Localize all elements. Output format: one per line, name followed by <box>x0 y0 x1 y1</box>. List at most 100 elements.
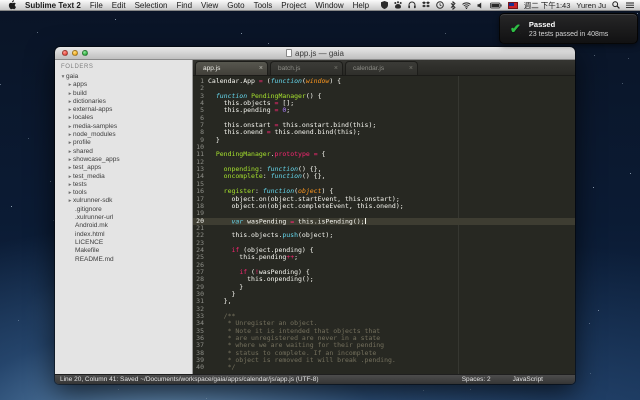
tree-item-Makefile[interactable]: Makefile <box>55 247 192 255</box>
document-icon <box>286 49 293 57</box>
tree-item-xulrunner-sdk[interactable]: ▸ xulrunner-sdk <box>55 197 192 205</box>
tab-app-js[interactable]: app.js × <box>195 61 268 75</box>
code-line-32[interactable]: 32 <box>193 305 575 313</box>
minimize-button[interactable] <box>72 50 78 56</box>
close-button[interactable] <box>62 50 68 56</box>
code-line-20[interactable]: 20 var wasPending = this.isPending(); <box>193 217 575 225</box>
code-line-22[interactable]: 22 this.objects.push(object); <box>193 231 575 240</box>
code-line-1[interactable]: 1 Calendar.App = (function(window) { <box>193 77 575 85</box>
tree-item-label: node_modules <box>73 131 116 139</box>
code-line-14[interactable]: 14 oncomplete: function() {}, <box>193 172 575 181</box>
notification-message: 23 tests passed in 408ms <box>528 30 609 38</box>
line-content: oncomplete: function() {}, <box>223 172 326 181</box>
apple-icon[interactable] <box>8 0 16 10</box>
spotlight-icon[interactable] <box>612 1 620 9</box>
tree-item-gitignore[interactable]: .gitignore <box>55 206 192 214</box>
window-title-area: app.js — gaia <box>55 49 575 58</box>
battery-icon[interactable] <box>489 2 502 9</box>
menu-item-find[interactable]: Find <box>176 1 192 10</box>
line-content: this.pending = 0; <box>208 106 291 115</box>
tree-item-dictionaries[interactable]: ▸ dictionaries <box>55 98 192 106</box>
line-content: * object is removed it will break .pendi… <box>208 356 396 365</box>
code-lines: 1 Calendar.App = (function(window) {2 3 fu… <box>193 76 575 372</box>
menu-item-help[interactable]: Help <box>353 1 369 10</box>
tree-item-node_modules[interactable]: ▸ node_modules <box>55 131 192 139</box>
tree-item-label: gaia <box>66 73 79 80</box>
menu-item-selection[interactable]: Selection <box>135 1 168 10</box>
line-content: this.pending++; <box>208 253 299 262</box>
tree-item-locales[interactable]: ▸ locales <box>55 114 192 122</box>
bluetooth-icon[interactable] <box>450 0 456 10</box>
tree-item-README.md[interactable]: README.md <box>55 256 192 264</box>
tab-close-icon[interactable]: × <box>256 65 263 72</box>
input-flag-icon[interactable] <box>507 1 518 9</box>
tree-item-external-apps[interactable]: ▸ external-apps <box>55 106 192 114</box>
tab-close-icon[interactable]: × <box>331 65 338 72</box>
tree-item-profile[interactable]: ▸ profile <box>55 139 192 147</box>
tree-item-test_apps[interactable]: ▸ test_apps <box>55 164 192 172</box>
tree-item-build[interactable]: ▸ build <box>55 90 192 98</box>
tree-item-test_media[interactable]: ▸ test_media <box>55 173 192 181</box>
menu-item-app[interactable]: Sublime Text 2 <box>25 1 81 10</box>
tree-item-label: index.html <box>75 230 105 238</box>
tree-item-label: tests <box>73 180 87 188</box>
tree-item-label: tools <box>73 189 87 197</box>
status-text: Line 20, Column 41: Saved ~/Documents/wo… <box>60 376 319 383</box>
code-editor[interactable]: 1 Calendar.App = (function(window) {2 3 fu… <box>193 76 575 374</box>
code-line-30[interactable]: 30 } <box>193 290 575 298</box>
syntax-indicator[interactable]: JavaScript <box>513 376 543 383</box>
tree-item-tests[interactable]: ▸ tests <box>55 181 192 189</box>
tree-item-apps[interactable]: ▸ apps <box>55 81 192 89</box>
spaces-indicator[interactable]: Spaces: 2 <box>462 376 491 383</box>
headphones-icon[interactable] <box>408 1 416 9</box>
code-line-31[interactable]: 31 }, <box>193 297 575 305</box>
code-line-39[interactable]: 39 * object is removed it will break .pe… <box>193 356 575 365</box>
code-line-9[interactable]: 9 } <box>193 136 575 144</box>
volume-icon[interactable] <box>477 2 484 9</box>
time-machine-icon[interactable] <box>435 1 444 9</box>
shield-icon[interactable] <box>380 1 388 9</box>
tree-item-label: Android.mk <box>75 222 108 230</box>
code-line-5[interactable]: 5 this.pending = 0; <box>193 106 575 115</box>
tab-batch-js[interactable]: batch.js × <box>270 61 343 75</box>
tab-close-icon[interactable]: × <box>406 65 413 72</box>
tree-item-label: external-apps <box>73 106 113 114</box>
code-line-11[interactable]: 11 PendingManager.prototype = { <box>193 151 575 159</box>
menu-item-goto[interactable]: Goto <box>227 1 244 10</box>
menu-item-view[interactable]: View <box>201 1 218 10</box>
code-line-18[interactable]: 18 object.on(object.completeEvent, this.… <box>193 201 575 210</box>
tree-item-index.html[interactable]: index.html <box>55 231 192 239</box>
tree-item-gaia[interactable]: ▾ gaia <box>55 73 192 81</box>
notification-toast[interactable]: ✔ Passed 23 tests passed in 408ms <box>499 13 638 44</box>
tree-item-LICENCE[interactable]: LICENCE <box>55 239 192 247</box>
notification-center-icon[interactable] <box>626 2 634 9</box>
tree-item-media-samples[interactable]: ▸ media-samples <box>55 123 192 131</box>
tree-item-tools[interactable]: ▸ tools <box>55 189 192 197</box>
menu-item-edit[interactable]: Edit <box>112 1 126 10</box>
status-bar: Line 20, Column 41: Saved ~/Documents/wo… <box>55 374 575 384</box>
title-bar[interactable]: app.js — gaia <box>55 47 575 60</box>
menu-item-file[interactable]: File <box>90 1 103 10</box>
tree-item-shared[interactable]: ▸ shared <box>55 148 192 156</box>
menubar-clock[interactable]: 週二 下午1:43 <box>524 0 571 11</box>
tree-item-xulrunner-url[interactable]: .xulrunner-url <box>55 214 192 222</box>
zoom-button[interactable] <box>82 50 88 56</box>
tab-calendar-js[interactable]: calendar.js × <box>345 61 418 75</box>
menubar-username[interactable]: Yuren Ju <box>576 1 606 10</box>
menu-items: File Edit Selection Find View Goto Tools Projec… <box>90 1 369 10</box>
code-line-8[interactable]: 8 this.onend = this.onend.bind(this); <box>193 129 575 137</box>
dropbox-icon[interactable] <box>421 1 430 9</box>
line-content: this.objects.push(object); <box>208 231 334 240</box>
tree-item-Android.mk[interactable]: Android.mk <box>55 222 192 230</box>
menu-item-tools[interactable]: Tools <box>254 1 273 10</box>
code-line-25[interactable]: 25 this.pending++; <box>193 253 575 262</box>
tree-item-showcase_apps[interactable]: ▸ showcase_apps <box>55 156 192 164</box>
menu-item-window[interactable]: Window <box>315 1 343 10</box>
wifi-icon[interactable] <box>461 1 471 9</box>
paw-icon[interactable] <box>394 1 402 9</box>
code-line-29[interactable]: 29 } <box>193 283 575 291</box>
menu-item-project[interactable]: Project <box>281 1 306 10</box>
line-content: object.on(object.completeEvent, this.one… <box>208 201 404 210</box>
code-line-40[interactable]: 40 */ <box>193 364 575 372</box>
code-line-28[interactable]: 28 this.onpending(); <box>193 275 575 283</box>
